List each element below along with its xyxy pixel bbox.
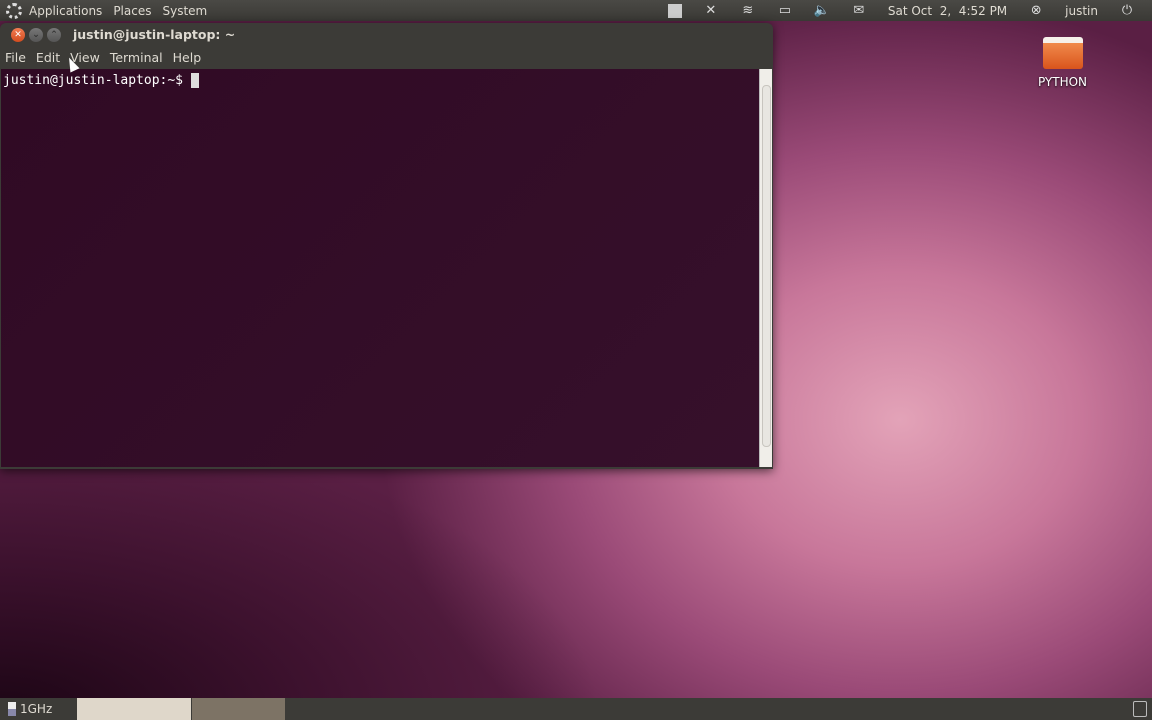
taskbar-button-1[interactable] [77,698,191,720]
ubuntu-logo-icon[interactable] [6,2,22,19]
bottom-panel: 1GHz [0,698,1152,720]
menu-applications[interactable]: Applications [29,4,102,18]
menu-terminal[interactable]: Terminal [110,50,163,65]
prompt: justin@justin-laptop:~$ [3,73,184,88]
desktop-icon-python[interactable]: PYTHON [1035,37,1090,89]
system-tray: ✕ ≋ ▭ 🔈 ✉ Sat Oct 2, 4:52 PM ⊗ justin ⏻ [667,0,1152,21]
skype-icon[interactable]: ✕ [703,3,719,18]
user-status-icon: ⊗ [1030,2,1042,18]
menu-help[interactable]: Help [173,50,202,65]
mail-icon[interactable]: ✉ [851,3,867,18]
volume-icon[interactable]: 🔈 [814,3,830,18]
terminal-area[interactable]: justin@justin-laptop:~$ [1,69,759,467]
menu-places[interactable]: Places [113,4,151,18]
cpu-freq-icon [8,702,16,716]
minimize-icon[interactable]: ⌄ [29,27,43,42]
scrollbar[interactable] [759,69,772,467]
notification-area-icon[interactable] [667,3,682,18]
menu-edit[interactable]: Edit [36,50,60,65]
trash-icon[interactable] [1133,701,1147,717]
power-icon[interactable]: ⏻ [1119,3,1135,18]
desktop-icon-label: PYTHON [1037,75,1088,89]
terminal-window: ✕ ⌄ ⌃ justin@justin-laptop: ~ File Edit … [0,23,773,469]
folder-icon [1042,37,1083,69]
desktop-background [0,460,700,700]
text-cursor [190,73,199,88]
menu-bar: File Edit View Terminal Help [0,46,773,69]
cpu-frequency[interactable]: 1GHz [20,702,52,716]
maximize-icon[interactable]: ⌃ [47,27,61,42]
wifi-icon[interactable]: ≋ [740,3,756,18]
battery-icon[interactable]: ▭ [777,3,793,18]
title-bar[interactable]: ✕ ⌄ ⌃ justin@justin-laptop: ~ [0,23,773,46]
menu-system[interactable]: System [162,4,207,18]
taskbar-button-2[interactable] [192,698,285,720]
menu-file[interactable]: File [5,50,26,65]
close-icon[interactable]: ✕ [11,27,25,42]
clock[interactable]: Sat Oct 2, 4:52 PM [888,4,1007,18]
scrollbar-thumb[interactable] [762,85,771,447]
user-name[interactable]: justin [1065,4,1098,18]
window-title: justin@justin-laptop: ~ [73,27,236,42]
top-panel: Applications Places System ✕ ≋ ▭ 🔈 ✉ Sat… [0,0,1152,21]
